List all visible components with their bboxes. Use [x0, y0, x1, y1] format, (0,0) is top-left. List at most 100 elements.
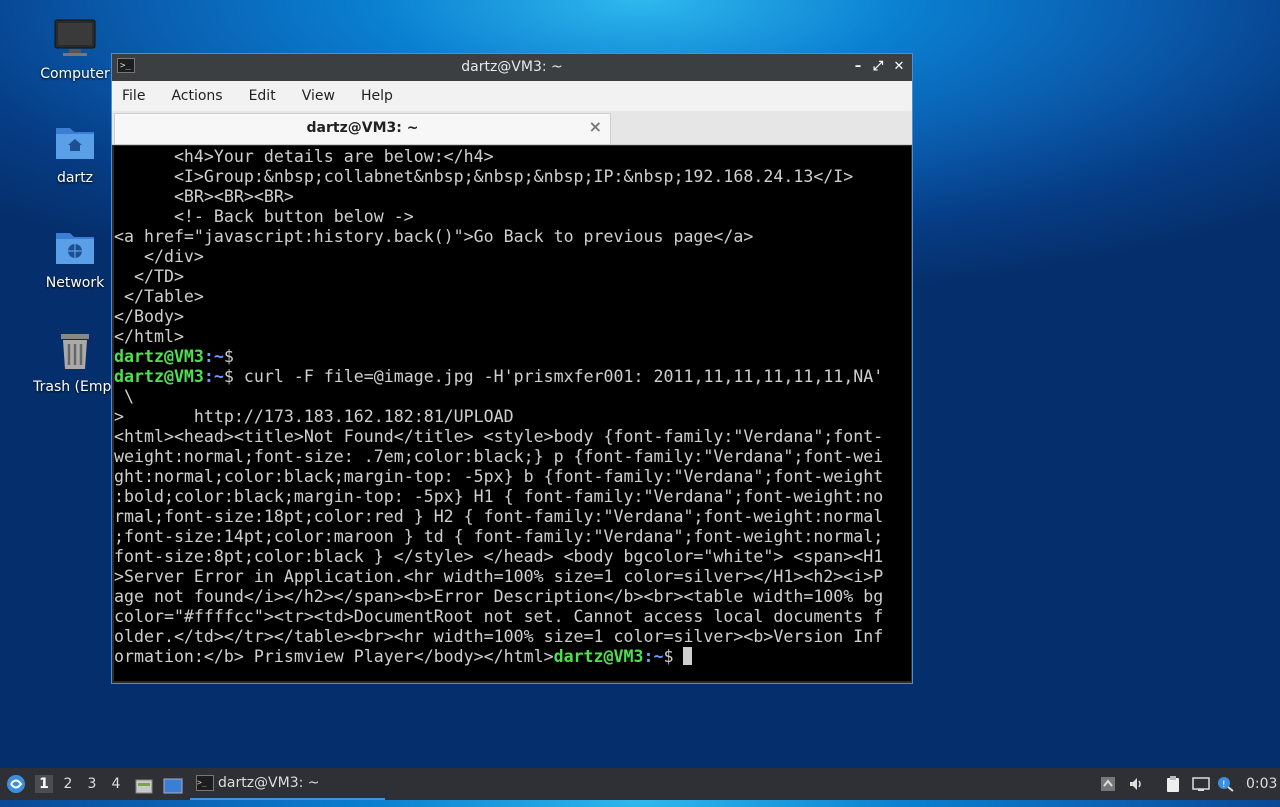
menu-file[interactable]: File [122, 88, 145, 104]
menu-help[interactable]: Help [361, 88, 393, 104]
prompt-path: :~ [203, 347, 224, 366]
terminal-line: dartz@VM3:~$ [114, 347, 911, 367]
terminal-line: color="#ffffcc"><tr><td>DocumentRoot not… [114, 607, 911, 627]
terminal-line: > http://173.183.162.182:81/UPLOAD [114, 407, 911, 427]
terminal-text: </TD> [114, 267, 184, 286]
terminal-text: </Body> [114, 307, 184, 326]
terminal-text: weight:normal;font-size: .7em;color:blac… [114, 447, 884, 466]
network-status-icon[interactable] [1192, 776, 1210, 792]
terminal-text: <BR><BR><BR> [114, 187, 294, 206]
workspace-2[interactable]: 2 [59, 775, 77, 793]
tray-updates-icon[interactable] [1100, 776, 1116, 792]
prompt-command [673, 647, 683, 666]
terminal-text: older.</td></tr></table><br><hr width=10… [114, 627, 884, 646]
file-manager-icon [135, 779, 153, 794]
desktop-icon [163, 778, 183, 794]
terminal-text: <html><head><title>Not Found</title> <st… [114, 427, 884, 446]
close-button[interactable]: ✕ [891, 58, 907, 76]
terminal-text: <a href="javascript:history.back()">Go B… [114, 227, 754, 246]
terminal-line: </html> [114, 327, 911, 347]
clock[interactable]: 0:03 [1246, 768, 1277, 800]
clipboard-icon[interactable] [1165, 776, 1181, 792]
prompt-user: dartz@VM3 [553, 647, 644, 666]
terminal-text: <h4>Your details are below:</h4> [114, 147, 494, 166]
window-titlebar[interactable]: >_ dartz@VM3: ~ – ⤢ ✕ [112, 54, 912, 81]
terminal-line: </TD> [114, 267, 911, 287]
terminal-line: >Server Error in Application.<hr width=1… [114, 567, 911, 587]
tab-title: dartz@VM3: ~ [306, 120, 419, 136]
terminal-line: older.</td></tr></table><br><hr width=10… [114, 627, 911, 647]
terminal-line: \ [114, 387, 911, 407]
tab-bar: dartz@VM3: ~ × [112, 111, 912, 145]
terminal-text: font-size:8pt;color:black } </style> </h… [114, 547, 884, 566]
volume-icon[interactable] [1128, 776, 1144, 792]
terminal-text: :bold;color:black;margin-top: -5px} H1 {… [114, 487, 884, 506]
menubar: File Actions Edit View Help [112, 81, 912, 111]
prompt-command: curl -F file=@image.jpg -H'prismxfer001:… [233, 367, 884, 386]
menu-view[interactable]: View [302, 88, 335, 104]
prompt-path: :~ [203, 367, 224, 386]
terminal-text: color="#ffffcc"><tr><td>DocumentRoot not… [114, 607, 884, 626]
tab-terminal[interactable]: dartz@VM3: ~ × [114, 113, 611, 144]
svg-text:!: ! [1222, 780, 1226, 790]
terminal-text: </div> [114, 247, 204, 266]
terminal-line: dartz@VM3:~$ curl -F file=@image.jpg -H'… [114, 367, 911, 387]
terminal-line: ormation:</b> Prismview Player</body></h… [114, 647, 911, 667]
terminal-line: <!- Back button below -> [114, 207, 911, 227]
terminal-window: >_ dartz@VM3: ~ – ⤢ ✕ File Actions Edit … [111, 53, 913, 684]
computer-icon [54, 19, 96, 56]
file-manager-launcher[interactable] [135, 775, 153, 794]
terminal-text: <I>Group:&nbsp;collabnet&nbsp;&nbsp;&nbs… [114, 167, 854, 186]
menu-edit[interactable]: Edit [249, 88, 276, 104]
menu-actions[interactable]: Actions [171, 88, 222, 104]
workspace-3[interactable]: 3 [83, 775, 101, 793]
taskbar-item-label: dartz@VM3: ~ [218, 775, 320, 791]
start-menu-button[interactable] [6, 774, 26, 794]
terminal-cursor [683, 647, 693, 665]
terminal-text: ormation:</b> Prismview Player</body></h… [114, 647, 554, 666]
tab-close-icon[interactable]: × [589, 117, 602, 136]
terminal-line: </div> [114, 247, 911, 267]
home-folder-icon [56, 128, 94, 159]
terminal-line: age not found</i></h2></span><b>Error De… [114, 587, 911, 607]
terminal-line: </Body> [114, 307, 911, 327]
terminal-line: <I>Group:&nbsp;collabnet&nbsp;&nbsp;&nbs… [114, 167, 911, 187]
minimize-button[interactable]: – [850, 58, 866, 76]
terminal-line: <html><head><title>Not Found</title> <st… [114, 427, 911, 447]
prompt-path: :~ [643, 647, 664, 666]
trash-icon [61, 334, 89, 369]
terminal-line: <h4>Your details are below:</h4> [114, 147, 911, 167]
prompt-dollar: $ [223, 347, 234, 366]
prompt-dollar: $ [663, 647, 674, 666]
terminal-line: weight:normal;font-size: .7em;color:blac… [114, 447, 911, 467]
terminal-text: <!- Back button below -> [114, 207, 414, 226]
terminal-line: </Table> [114, 287, 911, 307]
terminal-text: age not found</i></h2></span><b>Error De… [114, 587, 884, 606]
prompt-user: dartz@VM3 [114, 367, 204, 386]
prompt-user: dartz@VM3 [114, 347, 204, 366]
workspace-1[interactable]: 1 [35, 775, 53, 793]
terminal-text: rmal;font-size:18pt;color:red } H2 { fon… [114, 507, 884, 526]
taskbar: 1 2 3 4 >_ dartz@VM3: ~ ! 0:03 [0, 768, 1280, 800]
terminal-line: <BR><BR><BR> [114, 187, 911, 207]
terminal-text: </Table> [114, 287, 204, 306]
network-folder-icon [56, 233, 94, 264]
terminal-text: >Server Error in Application.<hr width=1… [114, 567, 884, 586]
notification-icon[interactable]: ! [1217, 776, 1234, 792]
lxqt-logo-icon [7, 775, 25, 793]
show-desktop-button[interactable] [163, 775, 183, 794]
terminal-line: font-size:8pt;color:black } </style> </h… [114, 547, 911, 567]
terminal-line: :bold;color:black;margin-top: -5px} H1 {… [114, 487, 911, 507]
maximize-button[interactable]: ⤢ [870, 58, 886, 76]
terminal-output[interactable]: <h4>Your details are below:</h4> <I>Grou… [114, 146, 911, 681]
prompt-dollar: $ [223, 367, 234, 386]
workspace-4[interactable]: 4 [107, 775, 125, 793]
taskbar-item-terminal[interactable]: >_ dartz@VM3: ~ [190, 768, 385, 800]
terminal-text: \ [114, 387, 134, 406]
terminal-line: ght:normal;color:black;margin-top: -5px}… [114, 467, 911, 487]
window-title: dartz@VM3: ~ [461, 59, 563, 75]
terminal-text: > http://173.183.162.182:81/UPLOAD [114, 407, 514, 426]
terminal-line: rmal;font-size:18pt;color:red } H2 { fon… [114, 507, 911, 527]
terminal-line: <a href="javascript:history.back()">Go B… [114, 227, 911, 247]
terminal-line: ;font-size:14pt;color:maroon } td { font… [114, 527, 911, 547]
